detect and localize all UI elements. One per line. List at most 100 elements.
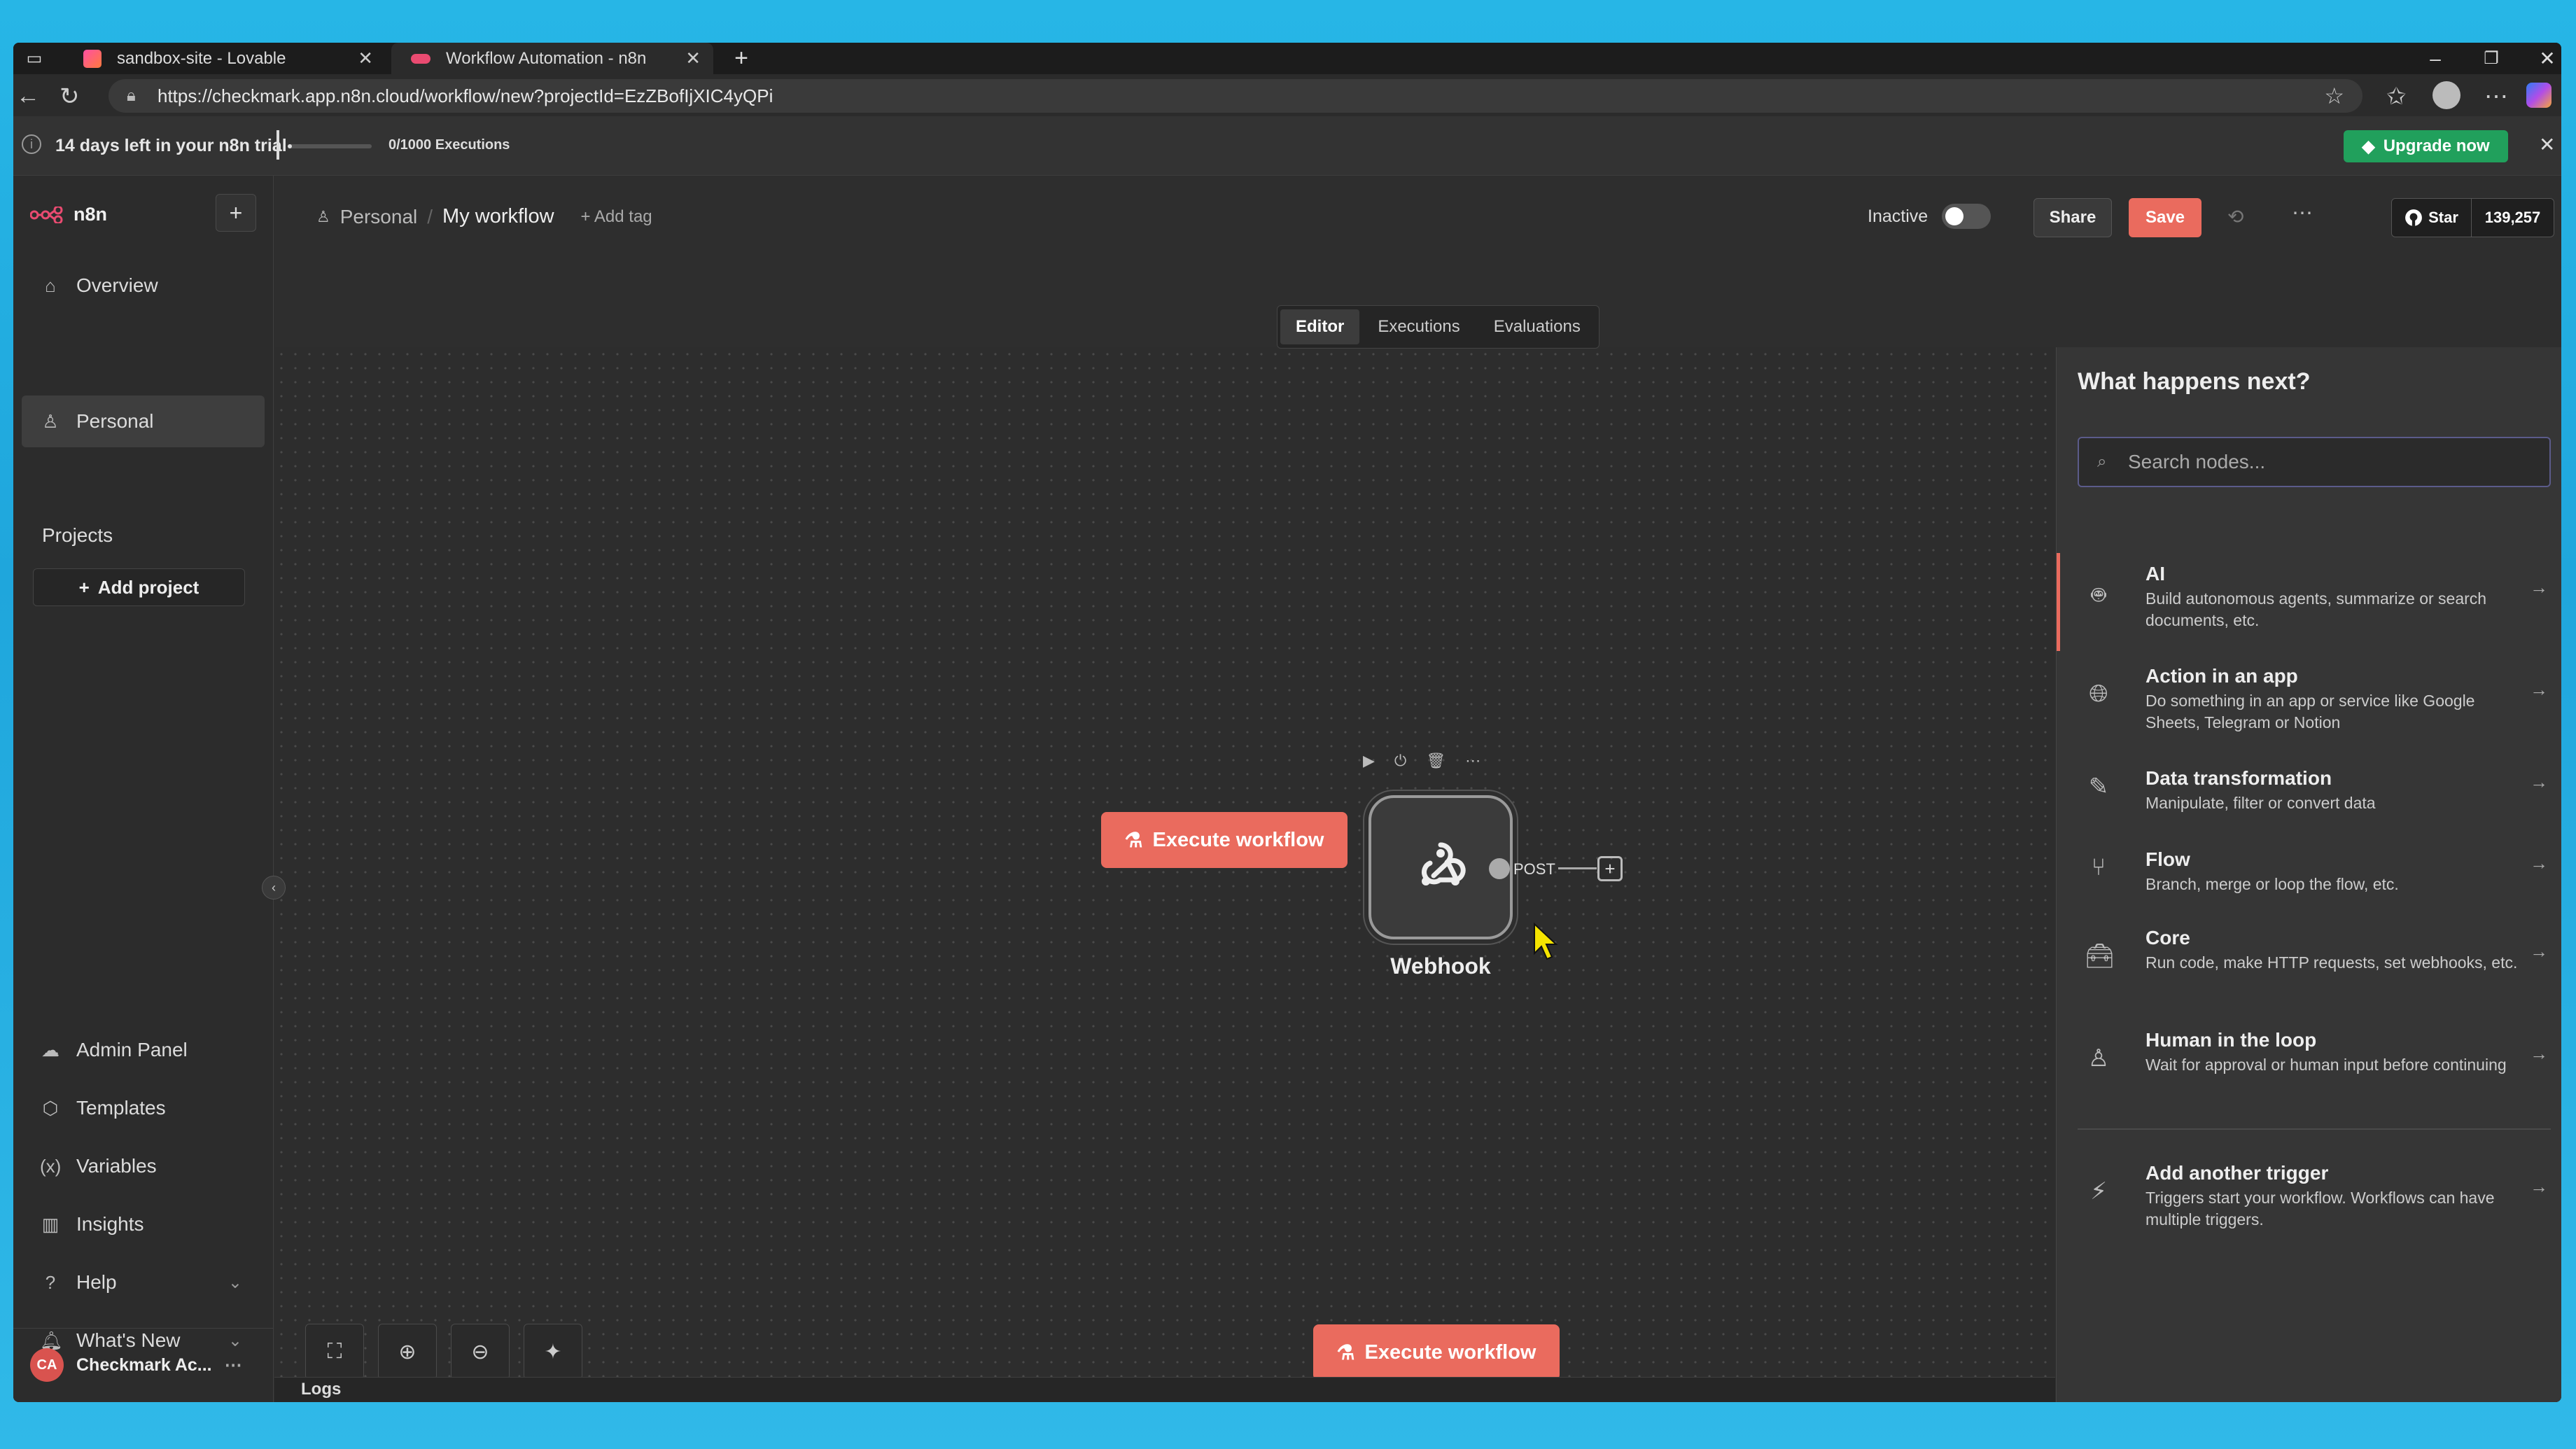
flask-icon: ⚗	[1336, 1341, 1355, 1364]
cloud-icon: ☁︎	[41, 1039, 59, 1060]
minimize-icon[interactable]: –	[2407, 43, 2463, 74]
more-icon[interactable]: ⋯	[1465, 752, 1480, 770]
sidebar-item-admin-panel[interactable]: ☁︎ Admin Panel	[22, 1024, 265, 1076]
zoom-in-icon: ⊕	[398, 1340, 416, 1364]
add-another-trigger[interactable]: ⚡︎ Add another trigger Triggers start yo…	[2057, 1162, 2561, 1232]
sidebar-item-label: Templates	[76, 1097, 166, 1119]
category-core[interactable]: 🧰︎ Core Run code, make HTTP requests, se…	[2057, 927, 2561, 997]
category-desc: Wait for approval or human input before …	[2146, 1056, 2507, 1074]
wand-icon: ✦	[544, 1340, 562, 1364]
view-tabs: Editor Executions Evaluations	[1277, 305, 1600, 349]
back-icon[interactable]: ←	[16, 83, 40, 110]
more-options-icon[interactable]: ⋯	[2292, 201, 2313, 225]
category-action-in-app[interactable]: 🌐︎ Action in an app Do something in an a…	[2057, 665, 2561, 735]
favorites-icon[interactable]: ✩	[2386, 83, 2407, 111]
category-human-in-loop[interactable]: ♙ Human in the loop Wait for approval or…	[2057, 1029, 2561, 1099]
trash-icon[interactable]: 🗑︎	[1426, 752, 1446, 770]
sidebar-item-variables[interactable]: (x) Variables	[22, 1140, 265, 1192]
add-node-button[interactable]: +	[1597, 856, 1623, 881]
logs-panel-toggle[interactable]: Logs	[274, 1377, 2055, 1402]
avatar: CA	[30, 1348, 64, 1382]
close-window-icon[interactable]: ✕	[2519, 43, 2561, 74]
category-desc: Triggers start your workflow. Workflows …	[2146, 1189, 2495, 1228]
flask-icon: ⚗	[1124, 829, 1143, 852]
close-banner-icon[interactable]: ✕	[2539, 133, 2555, 156]
add-project-button[interactable]: + Add project	[33, 568, 245, 606]
url-bar[interactable]: 🔒︎ https://checkmark.app.n8n.cloud/workf…	[108, 79, 2362, 113]
category-ai[interactable]: 🤖︎ AI Build autonomous agents, summarize…	[2057, 553, 2561, 651]
brand[interactable]: n8n	[30, 204, 107, 225]
workflow-name[interactable]: My workflow	[442, 205, 554, 228]
category-name: Action in an app	[2146, 665, 2298, 687]
execute-workflow-bottom-button[interactable]: ⚗ Execute workflow	[1313, 1324, 1560, 1380]
logs-label: Logs	[301, 1380, 342, 1399]
output-label: POST	[1513, 860, 1555, 878]
collapse-sidebar-button[interactable]: ‹	[262, 876, 286, 899]
sidebar-item-overview[interactable]: ⌂ Overview	[22, 260, 265, 312]
create-button[interactable]: +	[216, 194, 256, 232]
close-tab-icon[interactable]: ✕	[685, 48, 701, 69]
fit-view-button[interactable]: ⛶	[305, 1324, 364, 1380]
reload-icon[interactable]: ↻	[59, 83, 80, 111]
zoom-out-button[interactable]: ⊖	[451, 1324, 510, 1380]
output-handle[interactable]	[1489, 858, 1510, 879]
execute-workflow-button[interactable]: ⚗ Execute workflow	[1101, 812, 1348, 868]
close-tab-icon[interactable]: ✕	[358, 48, 373, 69]
category-desc: Do something in an app or service like G…	[2146, 692, 2475, 732]
history-icon[interactable]: ⟲	[2227, 205, 2244, 228]
breadcrumb-project[interactable]: Personal	[340, 206, 418, 228]
breadcrumb-separator: /	[427, 205, 433, 227]
power-icon[interactable]: ⏻	[1394, 752, 1406, 770]
copilot-icon[interactable]	[2526, 83, 2552, 108]
node-toolbar: ▶ ⏻ 🗑︎ ⋯	[1363, 752, 1480, 770]
zoom-in-button[interactable]: ⊕	[378, 1324, 437, 1380]
canvas-overlay: Editor Executions Evaluations ▶ ⏻ 🗑︎ ⋯ ⚗…	[274, 305, 2055, 1402]
bookmark-star-icon[interactable]: ☆	[2324, 83, 2344, 109]
projects-heading: Projects	[42, 524, 113, 546]
sidebar-item-templates[interactable]: ⬡ Templates	[22, 1082, 265, 1134]
profile-icon[interactable]	[2432, 81, 2460, 109]
tab-evaluations[interactable]: Evaluations	[1478, 309, 1596, 344]
share-button[interactable]: Share	[2033, 198, 2112, 237]
tab-title: sandbox-site - Lovable	[117, 48, 286, 68]
breadcrumb: ♙ Personal / My workflow + Add tag	[316, 205, 652, 228]
add-project-label: Add project	[97, 576, 200, 598]
add-tag-link[interactable]: + Add tag	[581, 207, 652, 227]
sidebar-toggle-icon[interactable]: ▭	[13, 43, 55, 74]
executions-count: 0/1000 Executions	[388, 137, 510, 153]
chevron-down-icon: ⌄	[227, 1273, 242, 1292]
browser-menu-icon[interactable]: ⋯	[2484, 83, 2508, 111]
sidebar-item-personal[interactable]: ♙ Personal	[22, 396, 265, 447]
tab-editor[interactable]: Editor	[1280, 309, 1360, 344]
browser-tab-n8n[interactable]: Workflow Automation - n8n ✕	[391, 43, 713, 74]
search-icon: ⌕	[2097, 452, 2107, 471]
person-check-icon: ♙	[2087, 1045, 2110, 1072]
more-icon[interactable]: ⋯	[225, 1354, 242, 1376]
divider	[276, 130, 279, 160]
n8n-app: n8n + ⌂ Overview ♙ Personal Projects + A…	[13, 176, 2561, 1402]
connector-line	[1558, 867, 1597, 869]
zoom-out-icon: ⊖	[471, 1340, 489, 1364]
github-star-button[interactable]: Star 139,257	[2391, 198, 2554, 237]
active-toggle[interactable]	[1942, 204, 1991, 229]
tidy-up-button[interactable]: ✦	[524, 1324, 582, 1380]
search-placeholder: Search nodes...	[2128, 451, 2266, 472]
plus-icon: +	[78, 576, 90, 598]
play-icon[interactable]: ▶	[1363, 752, 1375, 770]
help-icon: ?	[45, 1271, 56, 1293]
new-tab-icon[interactable]: +	[713, 43, 769, 74]
browser-tab-lovable[interactable]: sandbox-site - Lovable ✕	[64, 43, 386, 74]
sidebar-item-help[interactable]: ? Help ⌄	[22, 1256, 265, 1308]
globe-icon: 🌐︎	[2089, 680, 2108, 707]
url-text: https://checkmark.app.n8n.cloud/workflow…	[158, 85, 774, 106]
restore-icon[interactable]: ❐	[2463, 43, 2519, 74]
workflow-header: ♙ Personal / My workflow + Add tag Inact…	[274, 176, 2561, 258]
save-button[interactable]: Save	[2129, 198, 2202, 237]
category-flow[interactable]: ⑂ Flow Branch, merge or loop the flow, e…	[2057, 848, 2561, 904]
user-menu[interactable]: CA Checkmark Ac... ⋯	[30, 1348, 242, 1382]
category-data-transformation[interactable]: ✎ Data transformation Manipulate, filter…	[2057, 767, 2561, 823]
upgrade-button[interactable]: ◆ Upgrade now	[2344, 130, 2508, 162]
sidebar-item-insights[interactable]: ▥ Insights	[22, 1198, 265, 1250]
search-nodes-input[interactable]: ⌕ Search nodes...	[2078, 437, 2551, 487]
tab-executions[interactable]: Executions	[1362, 309, 1475, 344]
